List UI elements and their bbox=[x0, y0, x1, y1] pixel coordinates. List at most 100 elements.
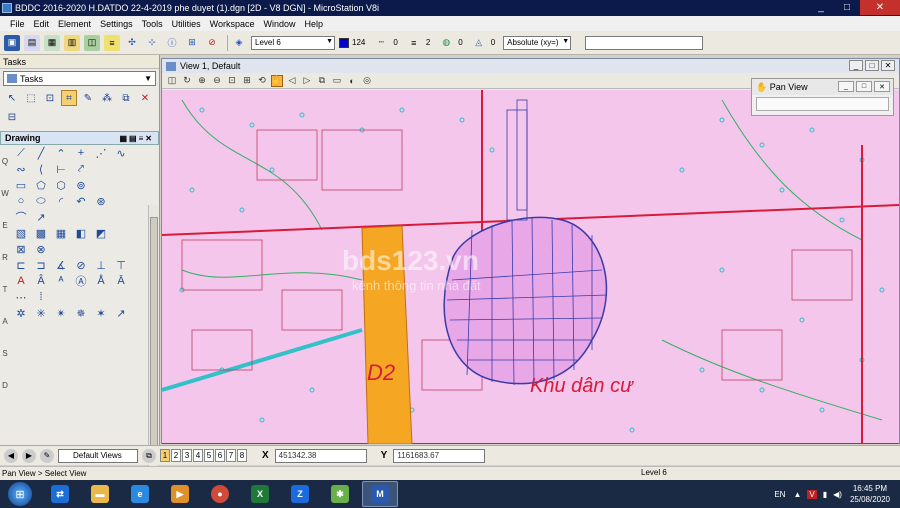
orthogonal-shape-icon[interactable]: ⊚ bbox=[72, 177, 90, 193]
camera-icon[interactable]: ◎ bbox=[361, 75, 373, 87]
task-selector[interactable]: Tasks ▼ bbox=[3, 71, 156, 86]
menu-edit[interactable]: Edit bbox=[34, 19, 50, 29]
element-selection-icon[interactable]: ↖ bbox=[4, 90, 20, 106]
manipulate-icon[interactable]: ⊟ bbox=[4, 109, 20, 125]
key-in-field[interactable] bbox=[585, 35, 704, 50]
view-minimize-button[interactable]: _ bbox=[849, 60, 863, 71]
menu-file[interactable]: File bbox=[10, 19, 25, 29]
text-node-icon[interactable]: ⋯ bbox=[12, 289, 30, 305]
maximize-button[interactable]: □ bbox=[834, 0, 860, 15]
dimension-ordinate-icon[interactable]: ⊥ bbox=[92, 257, 110, 273]
menu-tools[interactable]: Tools bbox=[142, 19, 163, 29]
view-maximize-button[interactable]: □ bbox=[865, 60, 879, 71]
arc-edit-icon[interactable]: ↶ bbox=[72, 193, 90, 209]
taskbar-app-gear[interactable]: ✱ bbox=[322, 481, 358, 507]
y-coordinate-field[interactable]: 1161683.67 bbox=[393, 448, 486, 463]
menu-settings[interactable]: Settings bbox=[100, 19, 133, 29]
pan-view-close-button[interactable]: ✕ bbox=[874, 81, 890, 92]
language-indicator[interactable]: EN bbox=[774, 490, 785, 499]
close-button[interactable]: ✕ bbox=[860, 0, 900, 15]
tray-expand-icon[interactable]: ▲ bbox=[793, 490, 801, 499]
view-button-1[interactable]: 1 bbox=[160, 449, 170, 462]
view-button-4[interactable]: 4 bbox=[193, 449, 203, 462]
cell-arrow-icon[interactable]: ↗ bbox=[112, 305, 130, 321]
window-area-icon[interactable]: ⊡ bbox=[226, 75, 238, 87]
place-block-icon[interactable]: ▭ bbox=[12, 177, 30, 193]
text-increment-icon[interactable]: Ā bbox=[112, 273, 130, 289]
views-combo[interactable]: Default Views bbox=[58, 448, 138, 463]
dimension-linear-icon[interactable]: ⊐ bbox=[32, 257, 50, 273]
point-icon[interactable]: + bbox=[72, 145, 90, 161]
attach-icon[interactable]: ◫ bbox=[84, 34, 100, 51]
pattern-area-icon[interactable]: ◧ bbox=[72, 225, 90, 241]
place-cell-icon[interactable]: ✳ bbox=[32, 305, 50, 321]
zoom-out-icon[interactable]: ⊖ bbox=[211, 75, 223, 87]
new-file-icon[interactable]: ▣ bbox=[4, 34, 20, 51]
start-button[interactable]: ⊞ bbox=[8, 482, 32, 506]
construct-icon[interactable]: ⟨ bbox=[32, 161, 50, 177]
accudraw-icon[interactable]: ⊹ bbox=[144, 35, 160, 51]
pan-view-maximize-button[interactable]: □ bbox=[856, 81, 872, 92]
antivirus-icon[interactable]: V bbox=[807, 489, 817, 499]
edit-text-icon[interactable]: Â bbox=[32, 273, 50, 289]
minimize-button[interactable]: _ bbox=[808, 0, 834, 15]
bspline-icon[interactable]: ∾ bbox=[12, 161, 30, 177]
place-ellipse-icon[interactable]: ⬭ bbox=[32, 193, 50, 209]
cell-select-icon[interactable]: ✴ bbox=[52, 305, 70, 321]
hatch-icon[interactable]: ▧ bbox=[12, 225, 30, 241]
place-line-icon[interactable]: ╱ bbox=[32, 145, 50, 161]
view-options-icon[interactable]: ✎ bbox=[40, 448, 54, 463]
save-icon[interactable]: ▦ bbox=[44, 34, 60, 51]
volume-icon[interactable]: ◀) bbox=[833, 490, 842, 499]
scroll-thumb[interactable] bbox=[150, 217, 158, 457]
fence-icon[interactable]: ⬚ bbox=[23, 90, 39, 106]
place-multiline-icon[interactable]: ⌃ bbox=[52, 145, 70, 161]
view-button-5[interactable]: 5 bbox=[204, 449, 214, 462]
fit-view-icon[interactable]: ⊞ bbox=[241, 75, 253, 87]
menu-help[interactable]: Help bbox=[305, 19, 324, 29]
clock[interactable]: 16:45 PM 25/08/2020 bbox=[850, 483, 890, 505]
menu-element[interactable]: Element bbox=[58, 19, 91, 29]
view-button-8[interactable]: 8 bbox=[237, 449, 247, 462]
pan-view-minimize-button[interactable]: _ bbox=[838, 81, 854, 92]
zoom-in-icon[interactable]: ⊕ bbox=[196, 75, 208, 87]
view-next-icon[interactable]: ▷ bbox=[301, 75, 313, 87]
dimension-radial-icon[interactable]: ⊘ bbox=[72, 257, 90, 273]
menu-workspace[interactable]: Workspace bbox=[210, 19, 255, 29]
line-weight-icon[interactable]: ≡ bbox=[406, 35, 422, 51]
drop-cell-icon[interactable]: ✶ bbox=[92, 305, 110, 321]
cell-library-icon[interactable]: ✲ bbox=[12, 305, 30, 321]
taskbar-app-zalo[interactable]: Z bbox=[282, 481, 318, 507]
rotate-view-icon[interactable]: ⟲ bbox=[256, 75, 268, 87]
back-icon[interactable]: ◀ bbox=[4, 448, 18, 463]
pattern-icon[interactable]: ▦ bbox=[52, 225, 70, 241]
trim-icon[interactable]: ⊢ bbox=[52, 161, 70, 177]
dimension-angle-icon[interactable]: ∡ bbox=[52, 257, 70, 273]
measure-icon[interactable]: ⊡ bbox=[42, 90, 58, 106]
x-coordinate-field[interactable]: 451342.38 bbox=[274, 448, 367, 463]
snap-icon[interactable]: ✣ bbox=[124, 35, 140, 51]
view-close-button[interactable]: ✕ bbox=[881, 60, 895, 71]
level-combo[interactable]: Level 6 ▼ bbox=[251, 35, 335, 50]
view-button-6[interactable]: 6 bbox=[215, 449, 225, 462]
paint-icon[interactable]: ✎ bbox=[80, 90, 96, 106]
dimension-edit-icon[interactable]: ⊤ bbox=[112, 257, 130, 273]
place-circle-icon[interactable]: ○ bbox=[12, 193, 30, 209]
color-swatch[interactable] bbox=[339, 37, 349, 48]
delete-icon[interactable]: ✕ bbox=[137, 90, 153, 106]
clip-volume-icon[interactable]: ▭ bbox=[331, 75, 343, 87]
curve-icon[interactable]: ∿ bbox=[112, 145, 130, 161]
map-canvas[interactable]: bds123.vn kênh thông tin nhà đất D2 Khu … bbox=[162, 90, 899, 444]
group-icon[interactable]: ⁂ bbox=[99, 90, 115, 106]
modify-arc-icon[interactable]: ↗ bbox=[32, 209, 50, 225]
view-group-icon[interactable]: ⧉ bbox=[142, 448, 156, 463]
level-display-icon[interactable]: ◈ bbox=[231, 35, 247, 51]
place-smartline-icon[interactable]: ⟋ bbox=[12, 145, 30, 161]
copy-view-icon[interactable]: ⧉ bbox=[316, 75, 328, 87]
place-stream-icon[interactable]: ⋰ bbox=[92, 145, 110, 161]
pan-view-icon[interactable]: ✋ bbox=[271, 74, 283, 87]
place-arc-icon[interactable]: ◜ bbox=[52, 193, 70, 209]
element-class-icon[interactable]: ◍ bbox=[438, 35, 454, 51]
text-spell-icon[interactable]: Ⓐ bbox=[72, 273, 90, 289]
transparency-icon[interactable]: ◬ bbox=[471, 35, 487, 51]
